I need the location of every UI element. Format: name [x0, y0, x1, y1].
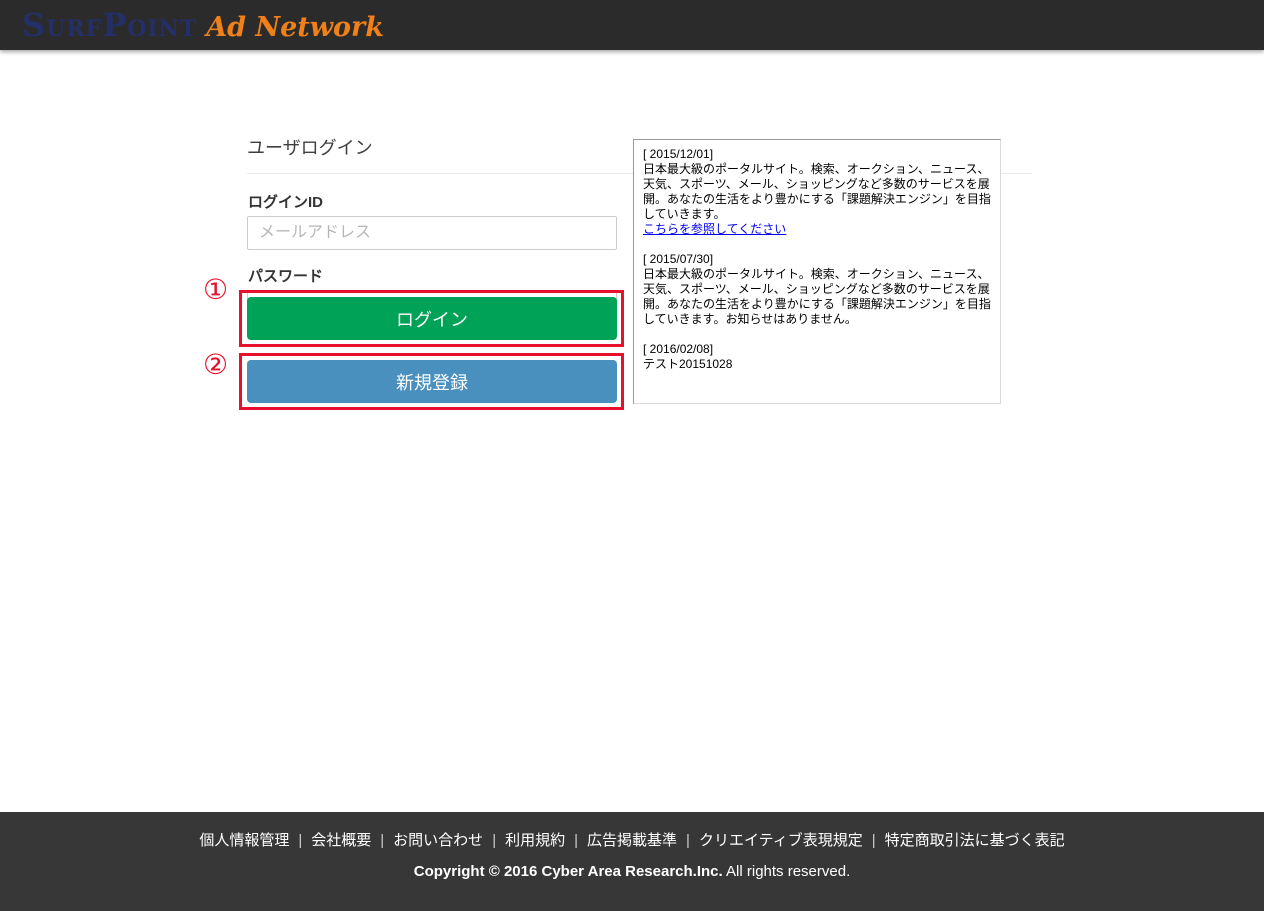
app-footer: 個人情報管理 | 会社概要 | お問い合わせ | 利用規約 | 広告掲載基準 | クリエイティブ表現…	[0, 812, 1264, 911]
login-button[interactable]: ログイン	[247, 297, 617, 340]
footer-link[interactable]: 個人情報管理	[199, 832, 289, 849]
footer-separator: |	[492, 832, 497, 849]
password-label: パスワード	[248, 268, 324, 285]
login-button-highlight-box: ログイン	[239, 290, 624, 347]
footer-link[interactable]: 利用規約	[505, 832, 565, 849]
logo[interactable]: SurfPoint Ad Network	[22, 9, 384, 41]
news-entry: [ 2015/07/30] 日本最大級のポータルサイト。検索、オークション、ニュー…	[643, 252, 991, 327]
copyright-company-text: Copyright © 2016 Cyber Area Research.Inc…	[413, 863, 723, 880]
footer-link[interactable]: 特定商取引法に基づく表記	[885, 832, 1065, 849]
footer-separator: |	[574, 832, 579, 849]
news-text: 日本最大級のポータルサイト。検索、オークション、ニュース、天気、スポーツ、メール…	[643, 267, 991, 326]
news-date: [ 2015/12/01]	[643, 147, 714, 161]
footer-nav: 個人情報管理 | 会社概要 | お問い合わせ | 利用規約 | 広告掲載基準 | クリエイティブ表現…	[0, 831, 1264, 851]
news-text: 日本最大級のポータルサイト。検索、オークション、ニュース、天気、スポーツ、メール…	[643, 162, 991, 221]
copyright-rights-text: All rights reserved.	[726, 863, 851, 880]
news-entry: [ 2016/02/08] テスト20151028	[643, 342, 991, 372]
footer-separator: |	[871, 832, 876, 849]
footer-separator: |	[298, 832, 303, 849]
news-link[interactable]: こちらを参照してください	[643, 222, 786, 237]
footer-separator: |	[380, 832, 385, 849]
app-header: SurfPoint Ad Network	[0, 0, 1264, 50]
footer-separator: |	[686, 832, 690, 849]
news-text: テスト20151028	[643, 357, 733, 371]
logo-adnetwork-text: Ad Network	[206, 12, 384, 43]
news-entry: [ 2015/12/01] 日本最大級のポータルサイト。検索、オークション、ニュー…	[643, 147, 991, 237]
footer-link[interactable]: 会社概要	[311, 832, 371, 849]
register-button-highlight-box: 新規登録	[239, 353, 624, 410]
logo-surfpoint-text: SurfPoint	[22, 6, 198, 44]
footer-link[interactable]: クリエイティブ表現規定	[699, 832, 863, 849]
page-title: ユーザログイン	[247, 138, 373, 158]
annotation-marker-1: ①	[203, 274, 229, 305]
login-id-label: ログインID	[248, 194, 324, 211]
copyright: Copyright © 2016 Cyber Area Research.Inc…	[0, 862, 1264, 882]
main-content: ユーザログイン ログインID パスワード ① ログイン ② 新規登録 [ 201…	[0, 50, 1264, 812]
footer-link[interactable]: 広告掲載基準	[587, 832, 677, 849]
footer-link[interactable]: お問い合わせ	[393, 832, 483, 849]
news-panel: [ 2015/12/01] 日本最大級のポータルサイト。検索、オークション、ニュー…	[633, 139, 1001, 404]
register-button[interactable]: 新規登録	[247, 360, 617, 403]
login-id-input[interactable]	[247, 216, 617, 250]
news-date: [ 2015/07/30]	[643, 252, 714, 266]
news-date: [ 2016/02/08]	[643, 342, 714, 356]
annotation-marker-2: ②	[203, 349, 229, 380]
